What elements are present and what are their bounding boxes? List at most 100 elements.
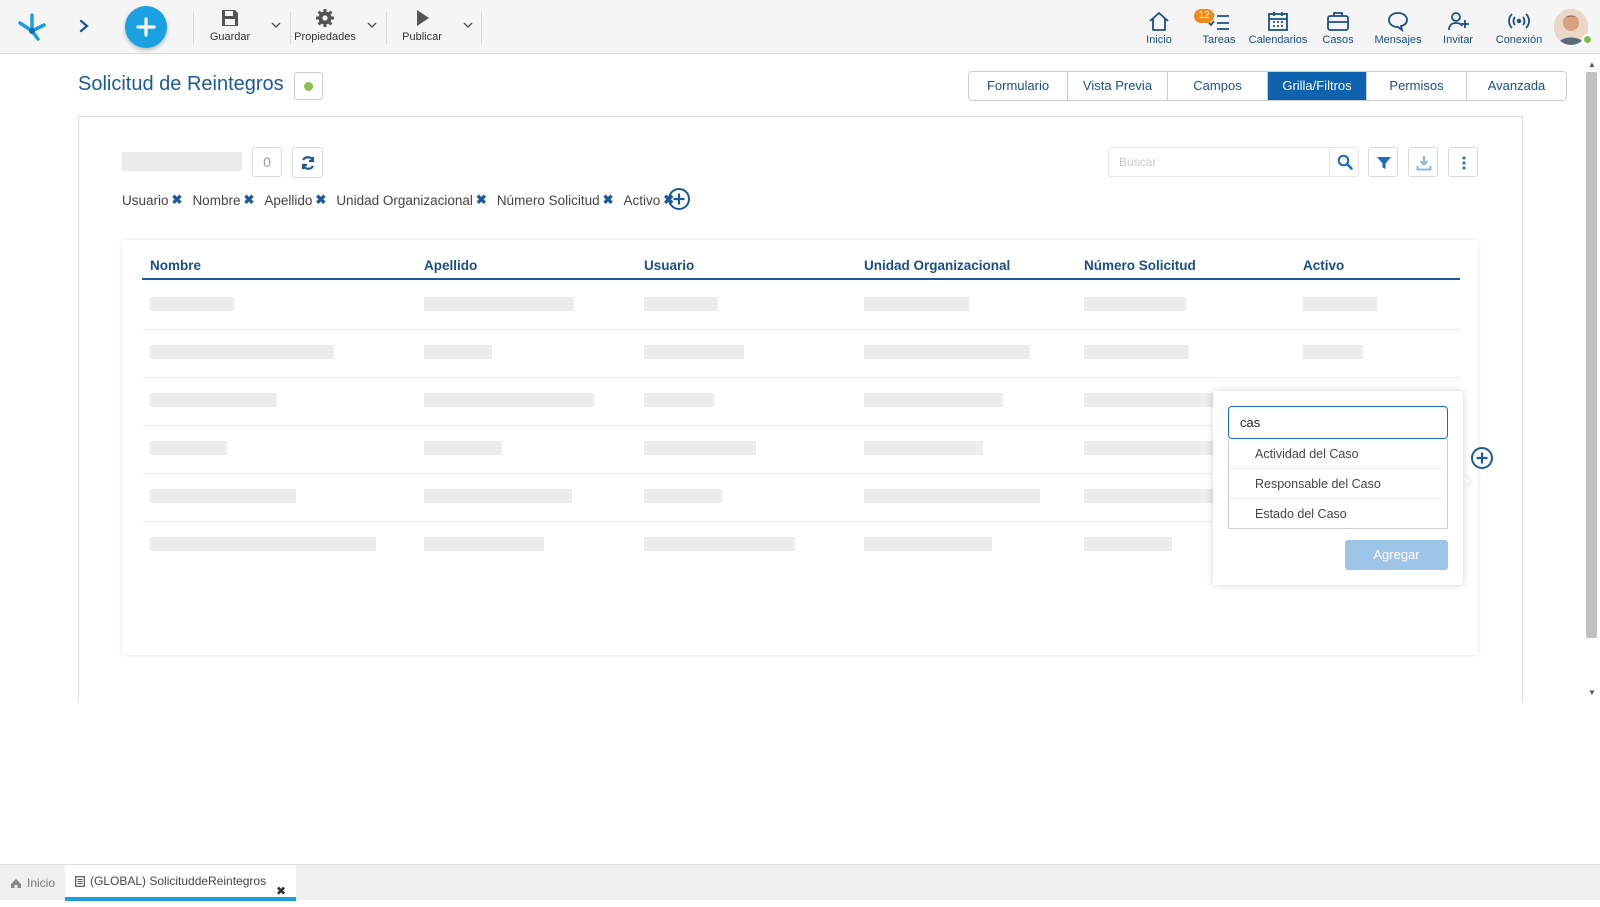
- cell-placeholder: [644, 441, 756, 455]
- add-column-icon[interactable]: [1470, 446, 1494, 470]
- close-icon[interactable]: ✖: [243, 192, 254, 208]
- cell-placeholder: [1084, 489, 1216, 503]
- download-button[interactable]: [1408, 147, 1438, 177]
- open-tabs-bar: Inicio (GLOBAL) SolicituddeReintegros ✖: [0, 864, 1600, 901]
- status-indicator[interactable]: [294, 72, 323, 100]
- download-icon: [1416, 156, 1432, 171]
- tab-vista-previa[interactable]: Vista Previa: [1068, 72, 1168, 100]
- nav-calendarios[interactable]: Calendarios: [1247, 10, 1309, 46]
- tab-permisos[interactable]: Permisos: [1367, 72, 1467, 100]
- table-row: [142, 330, 1460, 378]
- status-dot-icon: [304, 82, 313, 91]
- cell-placeholder: [424, 393, 594, 407]
- briefcase-icon: [1327, 12, 1349, 31]
- close-icon[interactable]: ✖: [172, 192, 183, 208]
- toolbar-divider: [481, 12, 482, 44]
- column-header[interactable]: Apellido: [424, 258, 477, 273]
- close-icon[interactable]: ✖: [476, 192, 487, 208]
- autocomplete-option[interactable]: Responsable del Caso: [1229, 469, 1441, 499]
- cell-placeholder: [864, 441, 983, 455]
- properties-button[interactable]: Propiedades: [294, 8, 356, 43]
- autocomplete-option[interactable]: Estado del Caso: [1229, 499, 1441, 529]
- properties-label: Propiedades: [294, 31, 356, 43]
- cell-placeholder: [424, 489, 572, 503]
- tab-grilla-filtros[interactable]: Grilla/Filtros: [1268, 72, 1367, 100]
- cell-placeholder: [150, 345, 334, 359]
- save-label: Guardar: [209, 31, 251, 43]
- cell-placeholder: [424, 441, 502, 455]
- autocomplete-list: Actividad del Caso Responsable del Caso …: [1228, 439, 1448, 529]
- nav-tareas-label: Tareas: [1202, 34, 1236, 46]
- publish-button[interactable]: Publicar: [400, 8, 444, 43]
- cell-placeholder: [1303, 345, 1363, 359]
- taskbar-home-tab[interactable]: Inicio: [10, 865, 55, 901]
- filter-icon: [1377, 157, 1391, 169]
- chat-bubble-icon: [1388, 12, 1408, 32]
- scroll-up-arrow-icon[interactable]: ▲: [1588, 60, 1596, 69]
- nav-conexion[interactable]: Conexión: [1494, 10, 1544, 46]
- table-row: [142, 282, 1460, 330]
- play-icon: [417, 10, 429, 26]
- refresh-button[interactable]: [292, 147, 323, 178]
- column-header[interactable]: Nombre: [150, 258, 201, 273]
- cell-placeholder: [424, 537, 544, 551]
- nav-inicio[interactable]: Inicio: [1143, 10, 1175, 46]
- chevron-down-icon[interactable]: [462, 20, 474, 30]
- nav-casos[interactable]: Casos: [1321, 10, 1355, 46]
- column-header[interactable]: Unidad Organizacional: [864, 258, 1010, 273]
- cell-placeholder: [864, 297, 969, 311]
- chevron-down-icon[interactable]: [366, 20, 378, 30]
- search-button[interactable]: [1329, 148, 1359, 176]
- filter-button[interactable]: [1368, 147, 1398, 177]
- tab-avanzada[interactable]: Avanzada: [1467, 72, 1566, 100]
- nav-mensajes-label: Mensajes: [1374, 34, 1422, 46]
- filter-chip: Apellido ✖: [264, 192, 326, 208]
- view-tabs: Formulario Vista Previa Campos Grilla/Fi…: [968, 71, 1567, 101]
- cell-placeholder: [150, 297, 234, 311]
- scroll-thumb[interactable]: [1586, 72, 1597, 638]
- scroll-down-arrow-icon[interactable]: ▼: [1588, 688, 1596, 697]
- search-icon: [1337, 154, 1353, 170]
- tab-campos[interactable]: Campos: [1168, 72, 1268, 100]
- tab-formulario[interactable]: Formulario: [969, 72, 1068, 100]
- add-button[interactable]: Agregar: [1345, 540, 1448, 570]
- new-button[interactable]: [125, 6, 167, 48]
- column-header[interactable]: Usuario: [644, 258, 694, 273]
- cell-placeholder: [1084, 345, 1189, 359]
- cell-placeholder: [644, 393, 714, 407]
- cell-placeholder: [864, 489, 1040, 503]
- toolbar-divider: [193, 12, 194, 44]
- grid-header: Nombre Apellido Usuario Unidad Organizac…: [142, 254, 1460, 280]
- add-filter-icon[interactable]: [667, 187, 691, 211]
- grid-title-placeholder: [122, 152, 242, 171]
- more-options-button[interactable]: [1448, 147, 1478, 177]
- close-icon[interactable]: ✖: [315, 192, 326, 208]
- home-icon: [1149, 12, 1169, 31]
- refresh-icon: [301, 156, 315, 170]
- cell-placeholder: [424, 345, 492, 359]
- taskbar-document-label: (GLOBAL) SolicituddeReintegros: [90, 874, 267, 888]
- app-logo-icon[interactable]: [14, 9, 50, 45]
- nav-conexion-label: Conexión: [1495, 34, 1543, 46]
- chevron-right-icon[interactable]: [74, 14, 94, 38]
- toolbar-divider: [290, 12, 291, 44]
- cell-placeholder: [1303, 297, 1377, 311]
- nav-invitar[interactable]: Invitar: [1441, 10, 1475, 46]
- close-icon[interactable]: ✖: [276, 875, 286, 907]
- filter-chip: Unidad Organizacional ✖: [336, 192, 487, 208]
- chevron-down-icon[interactable]: [270, 20, 282, 30]
- close-icon[interactable]: ✖: [603, 192, 614, 208]
- taskbar-document-tab[interactable]: (GLOBAL) SolicituddeReintegros ✖: [65, 865, 296, 901]
- cell-placeholder: [644, 489, 722, 503]
- autocomplete-option[interactable]: Actividad del Caso: [1229, 439, 1441, 469]
- search-box: [1108, 147, 1359, 177]
- cell-placeholder: [644, 297, 718, 311]
- column-search-input[interactable]: [1228, 406, 1448, 439]
- nav-mensajes[interactable]: Mensajes: [1372, 10, 1424, 46]
- document-icon: [75, 875, 85, 887]
- column-header[interactable]: Número Solicitud: [1084, 258, 1196, 273]
- vertical-scrollbar[interactable]: ▲ ▼: [1584, 56, 1600, 702]
- save-button[interactable]: Guardar: [208, 8, 252, 43]
- column-header[interactable]: Activo: [1303, 258, 1344, 273]
- search-input[interactable]: [1109, 148, 1327, 176]
